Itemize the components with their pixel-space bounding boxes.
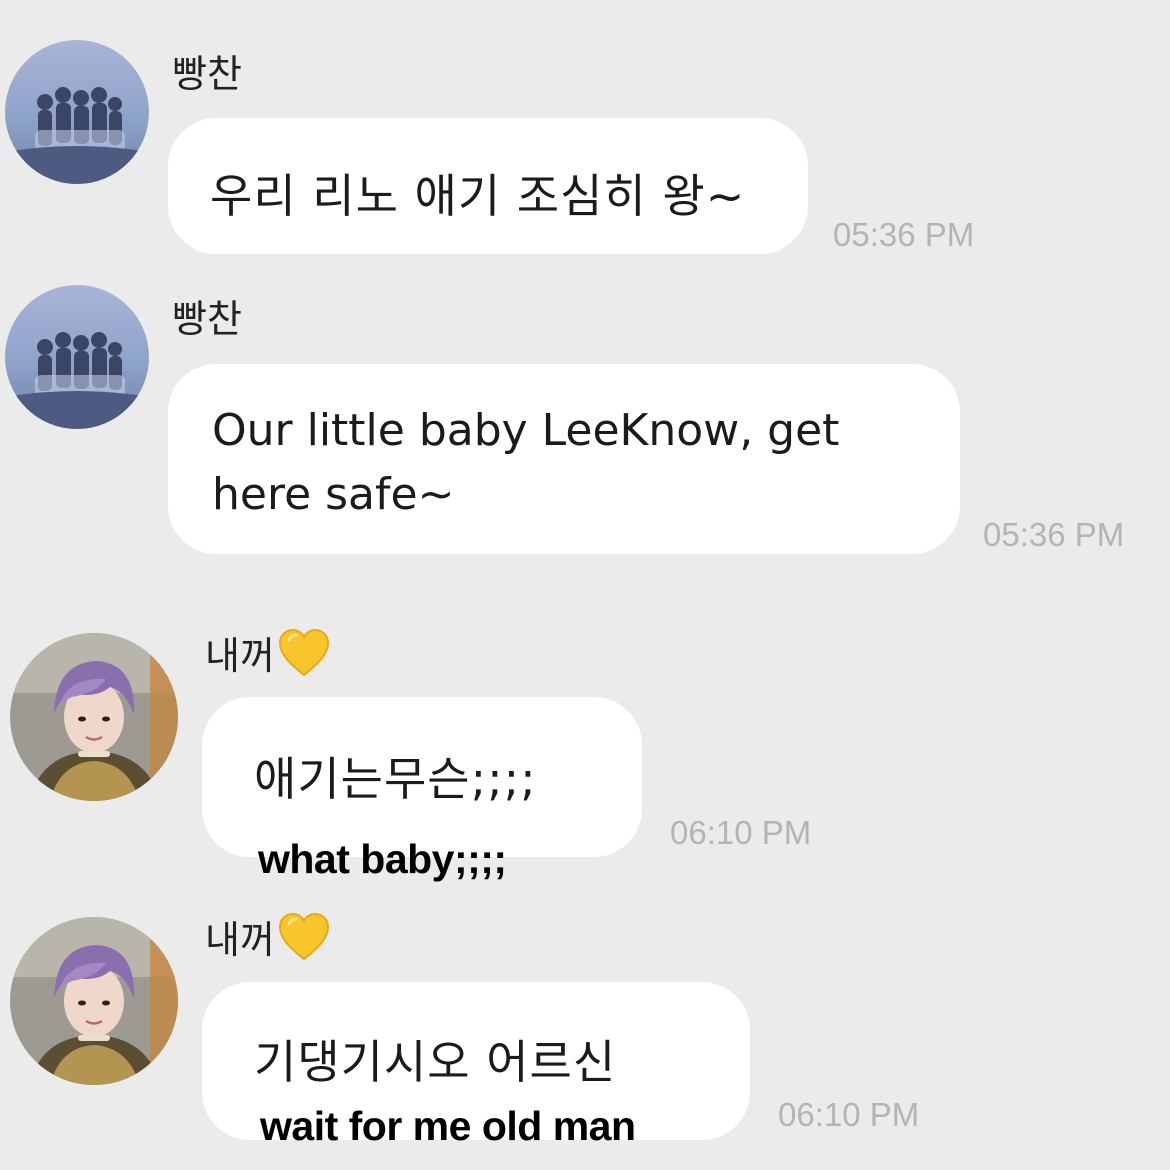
sender-name: 빵찬 (172, 297, 242, 341)
message-text: 애기는무슨;;;; (254, 752, 537, 806)
message-bubble[interactable]: Our little baby LeeKnow, get here safe~ (168, 364, 960, 554)
message-time: 05:36 PM (833, 216, 975, 253)
message-text: 우리 리노 애기 조심히 왕~ (210, 169, 746, 223)
avatar[interactable] (5, 285, 149, 429)
message-text: 기댕기시오 어르신 (254, 1035, 617, 1089)
sender-name-text: 내꺼 (205, 634, 275, 678)
translation-caption: what baby;;;; (258, 836, 507, 882)
translation-caption: wait for me old man (260, 1103, 636, 1149)
yellow-heart-icon (277, 912, 331, 968)
avatar[interactable] (10, 633, 178, 801)
group-photo-avatar (5, 285, 149, 429)
message-text: Our little baby LeeKnow, get here safe~ (212, 405, 840, 520)
avatar[interactable] (10, 917, 178, 1085)
message-bubble[interactable]: 애기는무슨;;;; (202, 697, 642, 857)
purple-hair-avatar (10, 633, 178, 801)
sender-name: 내꺼 (205, 628, 331, 684)
message-time: 06:10 PM (778, 1096, 920, 1133)
yellow-heart-icon (277, 628, 331, 684)
sender-name: 내꺼 (205, 912, 331, 968)
message-time: 06:10 PM (670, 814, 812, 851)
group-photo-avatar (5, 40, 149, 184)
avatar[interactable] (5, 40, 149, 184)
message-bubble[interactable]: 우리 리노 애기 조심히 왕~ (168, 118, 808, 254)
purple-hair-avatar (10, 917, 178, 1085)
sender-name-text: 내꺼 (205, 918, 275, 962)
sender-name: 빵찬 (172, 52, 242, 96)
message-time: 05:36 PM (983, 516, 1125, 553)
